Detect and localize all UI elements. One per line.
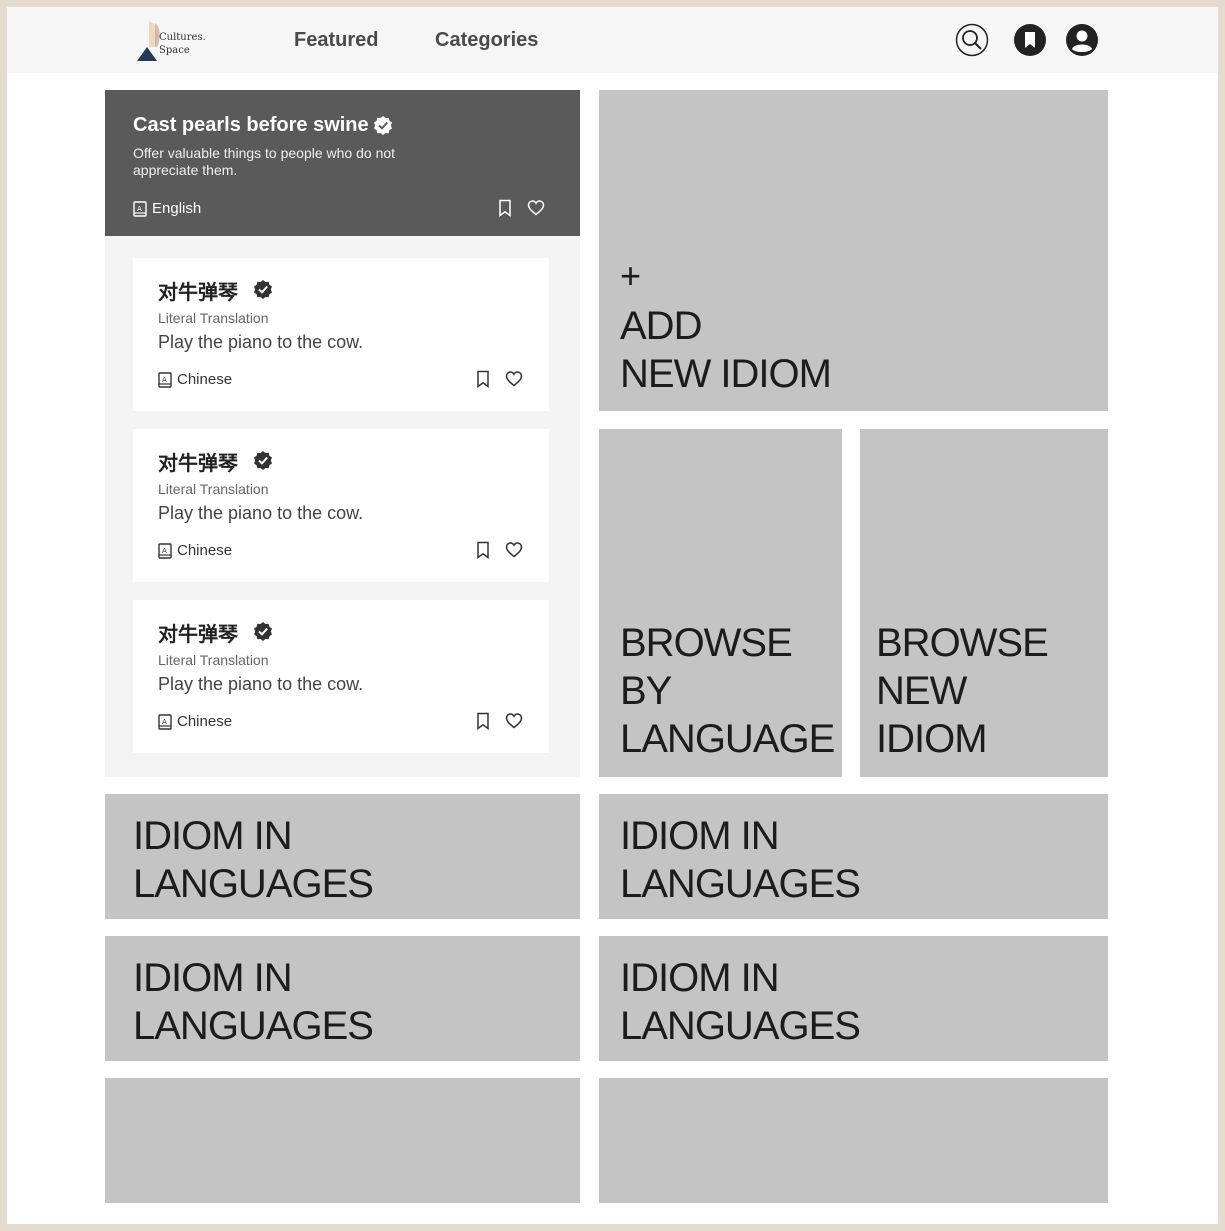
featured-language: A English xyxy=(133,200,201,217)
user-icon xyxy=(1066,24,1098,56)
idiom-actions xyxy=(475,541,523,559)
add-new-idiom-tile[interactable]: + ADD NEW IDIOM xyxy=(599,90,1108,411)
browse-by-language-tile[interactable]: BROWSE BY LANGUAGE xyxy=(599,429,842,777)
placeholder-tile[interactable] xyxy=(599,1078,1108,1203)
idiom-title: 对牛弹琴 xyxy=(158,451,238,475)
idiom-language: A Chinese xyxy=(158,713,232,730)
heart-icon[interactable] xyxy=(505,370,523,388)
search-icon xyxy=(955,23,989,57)
svg-text:A: A xyxy=(162,547,167,555)
svg-text:A: A xyxy=(162,718,167,726)
language-book-icon: A xyxy=(158,371,172,388)
logo-text: Cultures. Space xyxy=(159,31,206,57)
language-book-icon: A xyxy=(158,542,172,559)
verified-icon xyxy=(253,621,273,641)
verified-icon xyxy=(373,115,393,135)
browse-new-idiom-tile[interactable]: BROWSE NEW IDIOM xyxy=(860,429,1108,777)
featured-language-label: English xyxy=(152,200,202,217)
profile-button[interactable] xyxy=(1065,23,1099,57)
idiom-in-languages-label: IDIOM IN LANGUAGES xyxy=(620,814,861,906)
add-tile-line2: NEW IDIOM xyxy=(620,352,832,396)
verified-icon xyxy=(253,450,273,470)
heart-icon[interactable] xyxy=(505,712,523,730)
idiom-in-languages-tile[interactable]: IDIOM IN LANGUAGES xyxy=(599,936,1108,1061)
language-book-icon: A xyxy=(133,200,147,217)
idiom-in-languages-label: IDIOM IN LANGUAGES xyxy=(133,956,374,1048)
literal-translation: Play the piano to the cow. xyxy=(158,332,364,352)
idiom-in-languages-tile[interactable]: IDIOM IN LANGUAGES xyxy=(105,794,580,919)
idiom-actions xyxy=(475,370,523,388)
bookmark-icon[interactable] xyxy=(475,541,491,559)
top-navbar: Cultures. Space Featured Categories xyxy=(7,7,1218,73)
add-tile-line1: ADD xyxy=(620,304,702,348)
idiom-language: A Chinese xyxy=(158,371,232,388)
idiom-language: A Chinese xyxy=(158,542,232,559)
bookmark-icon[interactable] xyxy=(475,370,491,388)
idiom-in-languages-tile[interactable]: IDIOM IN LANGUAGES xyxy=(105,936,580,1061)
language-book-icon: A xyxy=(158,713,172,730)
browse-new-idiom-label: BROWSE NEW IDIOM xyxy=(876,621,1049,761)
literal-translation: Play the piano to the cow. xyxy=(158,674,364,694)
placeholder-tile[interactable] xyxy=(105,1078,580,1203)
verified-icon xyxy=(253,279,273,299)
literal-translation: Play the piano to the cow. xyxy=(158,503,364,523)
browse-by-language-label: BROWSE BY LANGUAGE xyxy=(620,621,835,761)
bookmark-icon[interactable] xyxy=(475,712,491,730)
nav-categories[interactable]: Categories xyxy=(435,29,538,52)
add-plus-icon: + xyxy=(620,255,641,296)
featured-idiom-card[interactable]: Cast pearls before swine Offer valuable … xyxy=(105,90,580,236)
page-frame: Cultures. Space Featured Categories Cast… xyxy=(7,7,1218,1224)
idiom-title: 对牛弹琴 xyxy=(158,622,238,646)
bookmark-icon xyxy=(1014,24,1046,56)
literal-translation-label: Literal Translation xyxy=(158,481,269,497)
logo-text-line2: Space xyxy=(159,45,190,56)
idiom-in-languages-label: IDIOM IN LANGUAGES xyxy=(620,956,861,1048)
idiom-actions xyxy=(475,712,523,730)
idiom-language-label: Chinese xyxy=(177,371,233,388)
idiom-card[interactable]: 对牛弹琴 Literal Translation Play the piano … xyxy=(133,600,549,753)
bookmarks-button[interactable] xyxy=(1013,23,1047,57)
heart-icon[interactable] xyxy=(527,199,545,217)
literal-translation-label: Literal Translation xyxy=(158,310,269,326)
literal-translation-label: Literal Translation xyxy=(158,652,269,668)
search-button[interactable] xyxy=(955,23,989,57)
featured-title: Cast pearls before swine xyxy=(133,114,369,136)
logo-text-line1: Cultures. xyxy=(159,32,206,43)
featured-description: Offer valuable things to people who do n… xyxy=(133,145,396,178)
nav-featured[interactable]: Featured xyxy=(294,29,378,52)
idiom-in-languages-tile[interactable]: IDIOM IN LANGUAGES xyxy=(599,794,1108,919)
idiom-card[interactable]: 对牛弹琴 Literal Translation Play the piano … xyxy=(133,429,549,582)
svg-text:A: A xyxy=(162,376,167,384)
logo[interactable]: Cultures. Space xyxy=(135,17,215,65)
idiom-language-label: Chinese xyxy=(177,713,233,730)
idiom-in-languages-label: IDIOM IN LANGUAGES xyxy=(133,814,374,906)
heart-icon[interactable] xyxy=(505,541,523,559)
idiom-title: 对牛弹琴 xyxy=(158,280,238,304)
featured-actions xyxy=(497,199,545,217)
idiom-card[interactable]: 对牛弹琴 Literal Translation Play the piano … xyxy=(133,258,549,411)
idiom-language-label: Chinese xyxy=(177,542,233,559)
svg-text:A: A xyxy=(137,205,142,213)
bookmark-icon[interactable] xyxy=(497,199,513,217)
